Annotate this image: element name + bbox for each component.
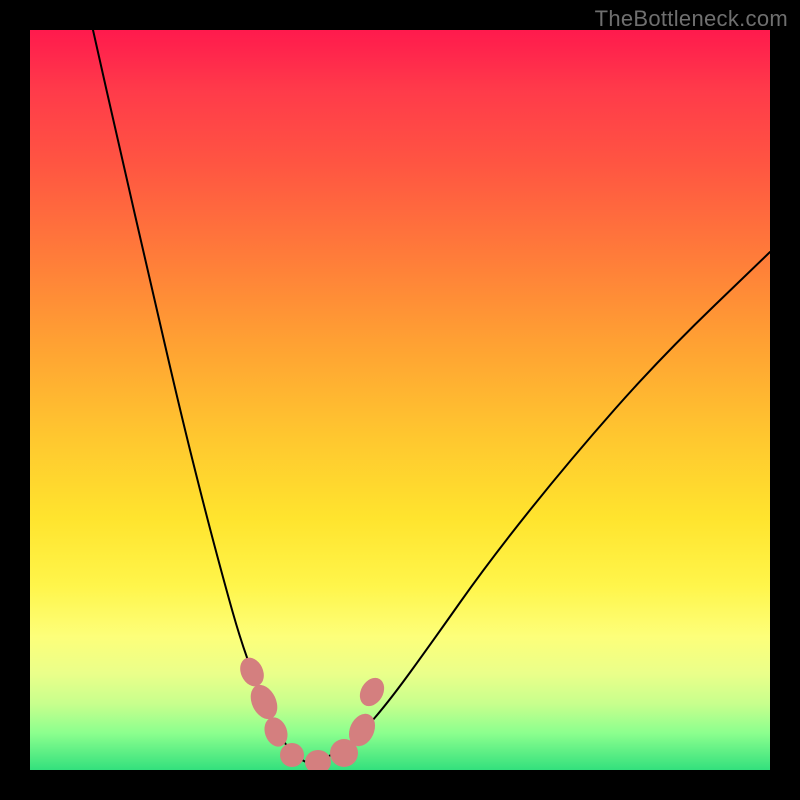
curve-left-branch — [93, 30, 306, 762]
marker-group — [236, 654, 389, 770]
watermark-text: TheBottleneck.com — [595, 6, 788, 32]
outer-frame: TheBottleneck.com — [0, 0, 800, 800]
marker-bottom-1 — [280, 743, 304, 767]
marker-left-cluster-1 — [236, 654, 269, 690]
plot-area — [30, 30, 770, 770]
marker-right-cluster-2 — [355, 674, 389, 711]
marker-left-cluster-2 — [246, 681, 283, 724]
marker-bottom-2 — [305, 750, 331, 770]
chart-svg — [30, 30, 770, 770]
